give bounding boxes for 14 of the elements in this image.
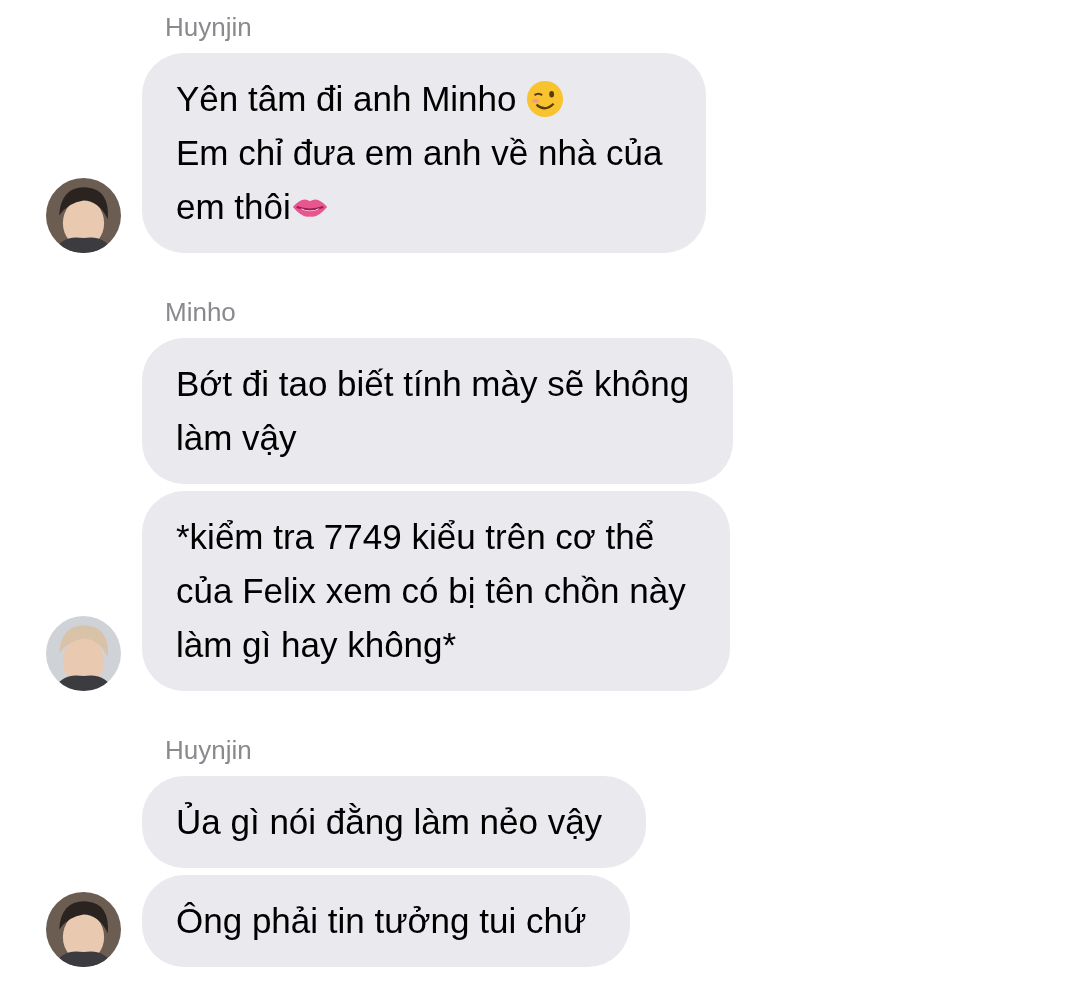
message-text: Ông phải tin tưởng tui chứ — [176, 901, 587, 941]
sender-name: Huynjin — [165, 735, 253, 765]
message-text: làm vậy — [176, 418, 297, 458]
sender-name: Huynjin — [165, 12, 253, 42]
message-text: làm gì hay không* — [176, 625, 457, 665]
message-text: em thôi — [176, 187, 291, 227]
message-text: Yên tâm đi anh Minho — [176, 79, 517, 119]
sender-name: Minho — [165, 297, 237, 327]
message-text: của Felix xem có bị tên chồn này — [176, 571, 686, 611]
message-text: Bớt đi tao biết tính mày sẽ không — [176, 364, 690, 404]
winking-face-icon — [526, 80, 565, 118]
message-text: Em chỉ đưa em anh về nhà của — [176, 133, 663, 173]
message-text: Ủa gì nói đằng làm nẻo vậy — [176, 802, 603, 842]
message-text: *kiểm tra 7749 kiểu trên cơ thể — [176, 517, 655, 557]
